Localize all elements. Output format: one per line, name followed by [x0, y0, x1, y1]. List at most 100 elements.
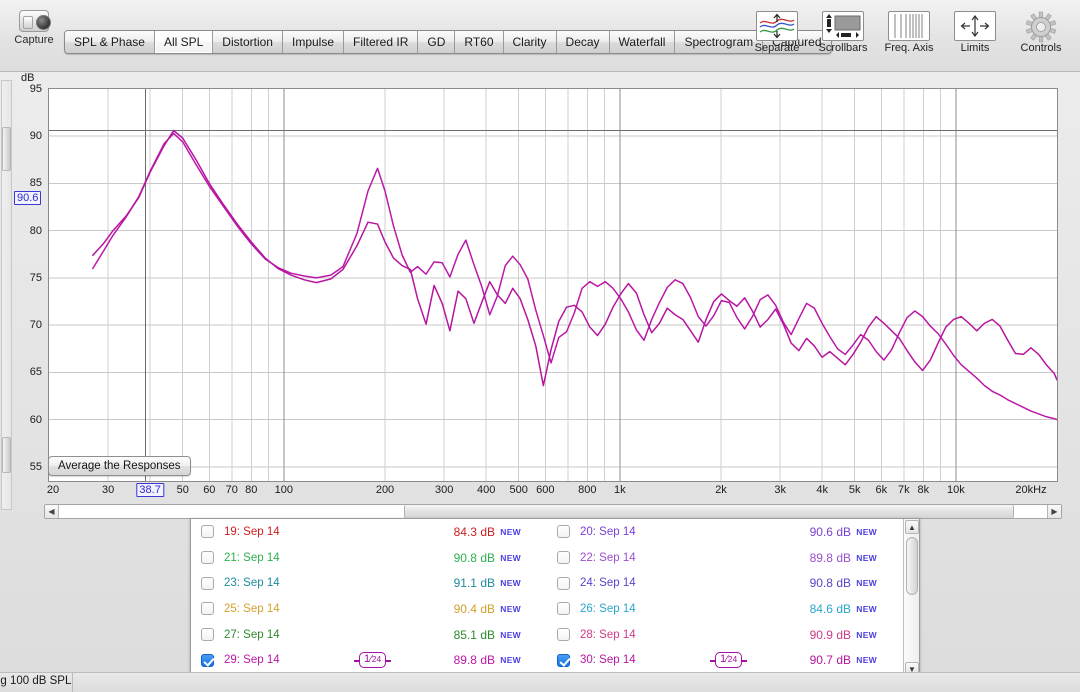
chart-svg: [49, 89, 1057, 481]
tool-label: Controls: [1008, 42, 1074, 54]
y-tick-90: 90: [30, 130, 42, 142]
measurement-checkbox[interactable]: [201, 551, 214, 564]
new-badge: NEW: [500, 527, 521, 537]
measurement-name[interactable]: 20: Sep 14: [580, 526, 636, 538]
scroll-left-arrow-icon[interactable]: ◀: [45, 505, 59, 518]
measurement-checkbox[interactable]: [201, 602, 214, 615]
x-tick-80: 80: [245, 484, 257, 496]
measurement-row[interactable]: 23: Sep 1491.1 dBNEW: [191, 570, 547, 596]
measurement-name[interactable]: 30: Sep 14: [580, 654, 636, 666]
new-badge: NEW: [856, 553, 877, 563]
new-badge: NEW: [856, 604, 877, 614]
tool-label: Scrollbars: [810, 42, 876, 54]
measurement-row[interactable]: 26: Sep 1484.6 dBNEW: [547, 596, 903, 622]
new-badge: NEW: [856, 527, 877, 537]
new-badge: NEW: [500, 630, 521, 640]
tab-distortion[interactable]: Distortion: [213, 31, 283, 53]
measurement-list-scrollbar[interactable]: ▲ ▼: [903, 519, 919, 677]
measurement-checkbox[interactable]: [557, 628, 570, 641]
measurement-row[interactable]: 24: Sep 1490.8 dBNEW: [547, 570, 903, 596]
tab-rt60[interactable]: RT60: [455, 31, 503, 53]
smoothing-denominator: 24: [372, 654, 381, 664]
measurement-checkbox[interactable]: [201, 654, 214, 667]
measurement-checkbox[interactable]: [201, 525, 214, 538]
list-scroll-thumb[interactable]: [906, 537, 918, 595]
measurement-row[interactable]: 29: Sep 141⁄2489.8 dBNEW: [191, 647, 547, 673]
x-tick-6k: 6k: [876, 484, 888, 496]
tool-freq-axis[interactable]: Freq. Axis: [876, 8, 942, 54]
measurement-name[interactable]: 26: Sep 14: [580, 603, 636, 615]
reference-app-window: Capture SPL & PhaseAll SPLDistortionImpu…: [0, 0, 1080, 692]
tab-spl-phase[interactable]: SPL & Phase: [65, 31, 155, 53]
measurement-row[interactable]: 21: Sep 1490.8 dBNEW: [191, 545, 547, 571]
capture-button[interactable]: Capture: [2, 10, 66, 46]
new-badge: NEW: [500, 604, 521, 614]
measurement-row[interactable]: 25: Sep 1490.4 dBNEW: [191, 596, 547, 622]
chart-horizontal-scrollbar[interactable]: ◀ ▶: [44, 504, 1062, 519]
x-cursor-value-box[interactable]: 38.7: [136, 483, 163, 497]
tab-impulse[interactable]: Impulse: [283, 31, 344, 53]
tab-filtered-ir[interactable]: Filtered IR: [344, 31, 418, 53]
tool-separate[interactable]: Separate: [744, 8, 810, 54]
list-scroll-up-arrow-icon[interactable]: ▲: [905, 520, 919, 534]
y-cursor-value-box[interactable]: 90.6: [14, 191, 41, 205]
y-tick-55: 55: [30, 461, 42, 473]
smoothing-denominator: 24: [728, 654, 737, 664]
measurement-level: 90.8 dB: [454, 551, 495, 565]
tab-clarity[interactable]: Clarity: [504, 31, 557, 53]
limits-arrows-icon: [954, 11, 996, 41]
tab-decay[interactable]: Decay: [557, 31, 610, 53]
measurement-list-panel: 19: Sep 1484.3 dBNEW 21: Sep 14 90.8 dB NEW…: [190, 518, 920, 678]
measurement-row[interactable]: 19: Sep 1484.3 dBNEW: [191, 519, 547, 545]
measurement-row[interactable]: 22: Sep 1489.8 dBNEW: [547, 545, 903, 571]
measurement-name[interactable]: 19: Sep 14: [224, 526, 280, 538]
tab-waterfall[interactable]: Waterfall: [610, 31, 676, 53]
tool-limits[interactable]: Limits: [942, 8, 1008, 54]
new-badge: NEW: [856, 655, 877, 665]
horizontal-scroll-track[interactable]: [59, 505, 1047, 518]
measurement-row[interactable]: 28: Sep 1490.9 dBNEW: [547, 622, 903, 648]
measurement-level: 90.8 dB: [810, 576, 851, 590]
measurement-name[interactable]: 28: Sep 14: [580, 629, 636, 641]
tool-scrollbars[interactable]: Scrollbars: [810, 8, 876, 54]
tool-controls[interactable]: Controls: [1008, 8, 1074, 54]
new-badge: NEW: [500, 655, 521, 665]
smoothing-badge[interactable]: 1⁄24: [715, 652, 742, 668]
separate-traces-icon: [756, 11, 798, 41]
measurement-row[interactable]: 27: Sep 1485.1 dBNEW: [191, 622, 547, 648]
measurement-checkbox[interactable]: [557, 577, 570, 590]
measurement-name[interactable]: 29: Sep 14: [224, 654, 280, 666]
measurement-checkbox[interactable]: [201, 628, 214, 641]
x-tick-50: 50: [177, 484, 189, 496]
measurement-checkbox[interactable]: [557, 551, 570, 564]
measurement-name[interactable]: 24: Sep 14: [580, 577, 636, 589]
smoothing-badge[interactable]: 1⁄24: [359, 652, 386, 668]
view-tab-bar[interactable]: SPL & PhaseAll SPLDistortionImpulseFilte…: [64, 30, 832, 54]
measurement-checkbox[interactable]: [557, 654, 570, 667]
scrollbars-icon-wrap: [810, 8, 876, 44]
chart-plot-area[interactable]: [48, 88, 1058, 482]
tool-label: Limits: [942, 42, 1008, 54]
y-tick-85: 85: [30, 177, 42, 189]
measurement-checkbox[interactable]: [201, 577, 214, 590]
x-tick-7k: 7k: [898, 484, 910, 496]
measurement-name[interactable]: 27: Sep 14: [224, 629, 280, 641]
measurement-name[interactable]: 21: Sep 14: [224, 552, 280, 564]
measurement-name[interactable]: 22: Sep 14: [580, 552, 636, 564]
x-tick-8k: 8k: [917, 484, 929, 496]
measurement-checkbox[interactable]: [557, 525, 570, 538]
tab-all-spl[interactable]: All SPL: [155, 31, 213, 53]
x-tick-300: 300: [435, 484, 453, 496]
horizontal-scroll-thumb[interactable]: [404, 505, 1014, 518]
measurement-checkbox[interactable]: [557, 602, 570, 615]
measurement-name[interactable]: 25: Sep 14: [224, 603, 280, 615]
tab-gd[interactable]: GD: [418, 31, 455, 53]
x-tick-5k: 5k: [849, 484, 861, 496]
average-responses-button[interactable]: Average the Responses: [48, 456, 191, 476]
main-toolbar: Capture SPL & PhaseAll SPLDistortionImpu…: [0, 0, 1080, 72]
measurement-row[interactable]: 30: Sep 141⁄2490.7 dBNEW: [547, 647, 903, 673]
measurement-name[interactable]: 23: Sep 14: [224, 577, 280, 589]
scroll-right-arrow-icon[interactable]: ▶: [1047, 505, 1061, 518]
measurement-row[interactable]: 20: Sep 1490.6 dBNEW: [547, 519, 903, 545]
y-tick-70: 70: [30, 319, 42, 331]
